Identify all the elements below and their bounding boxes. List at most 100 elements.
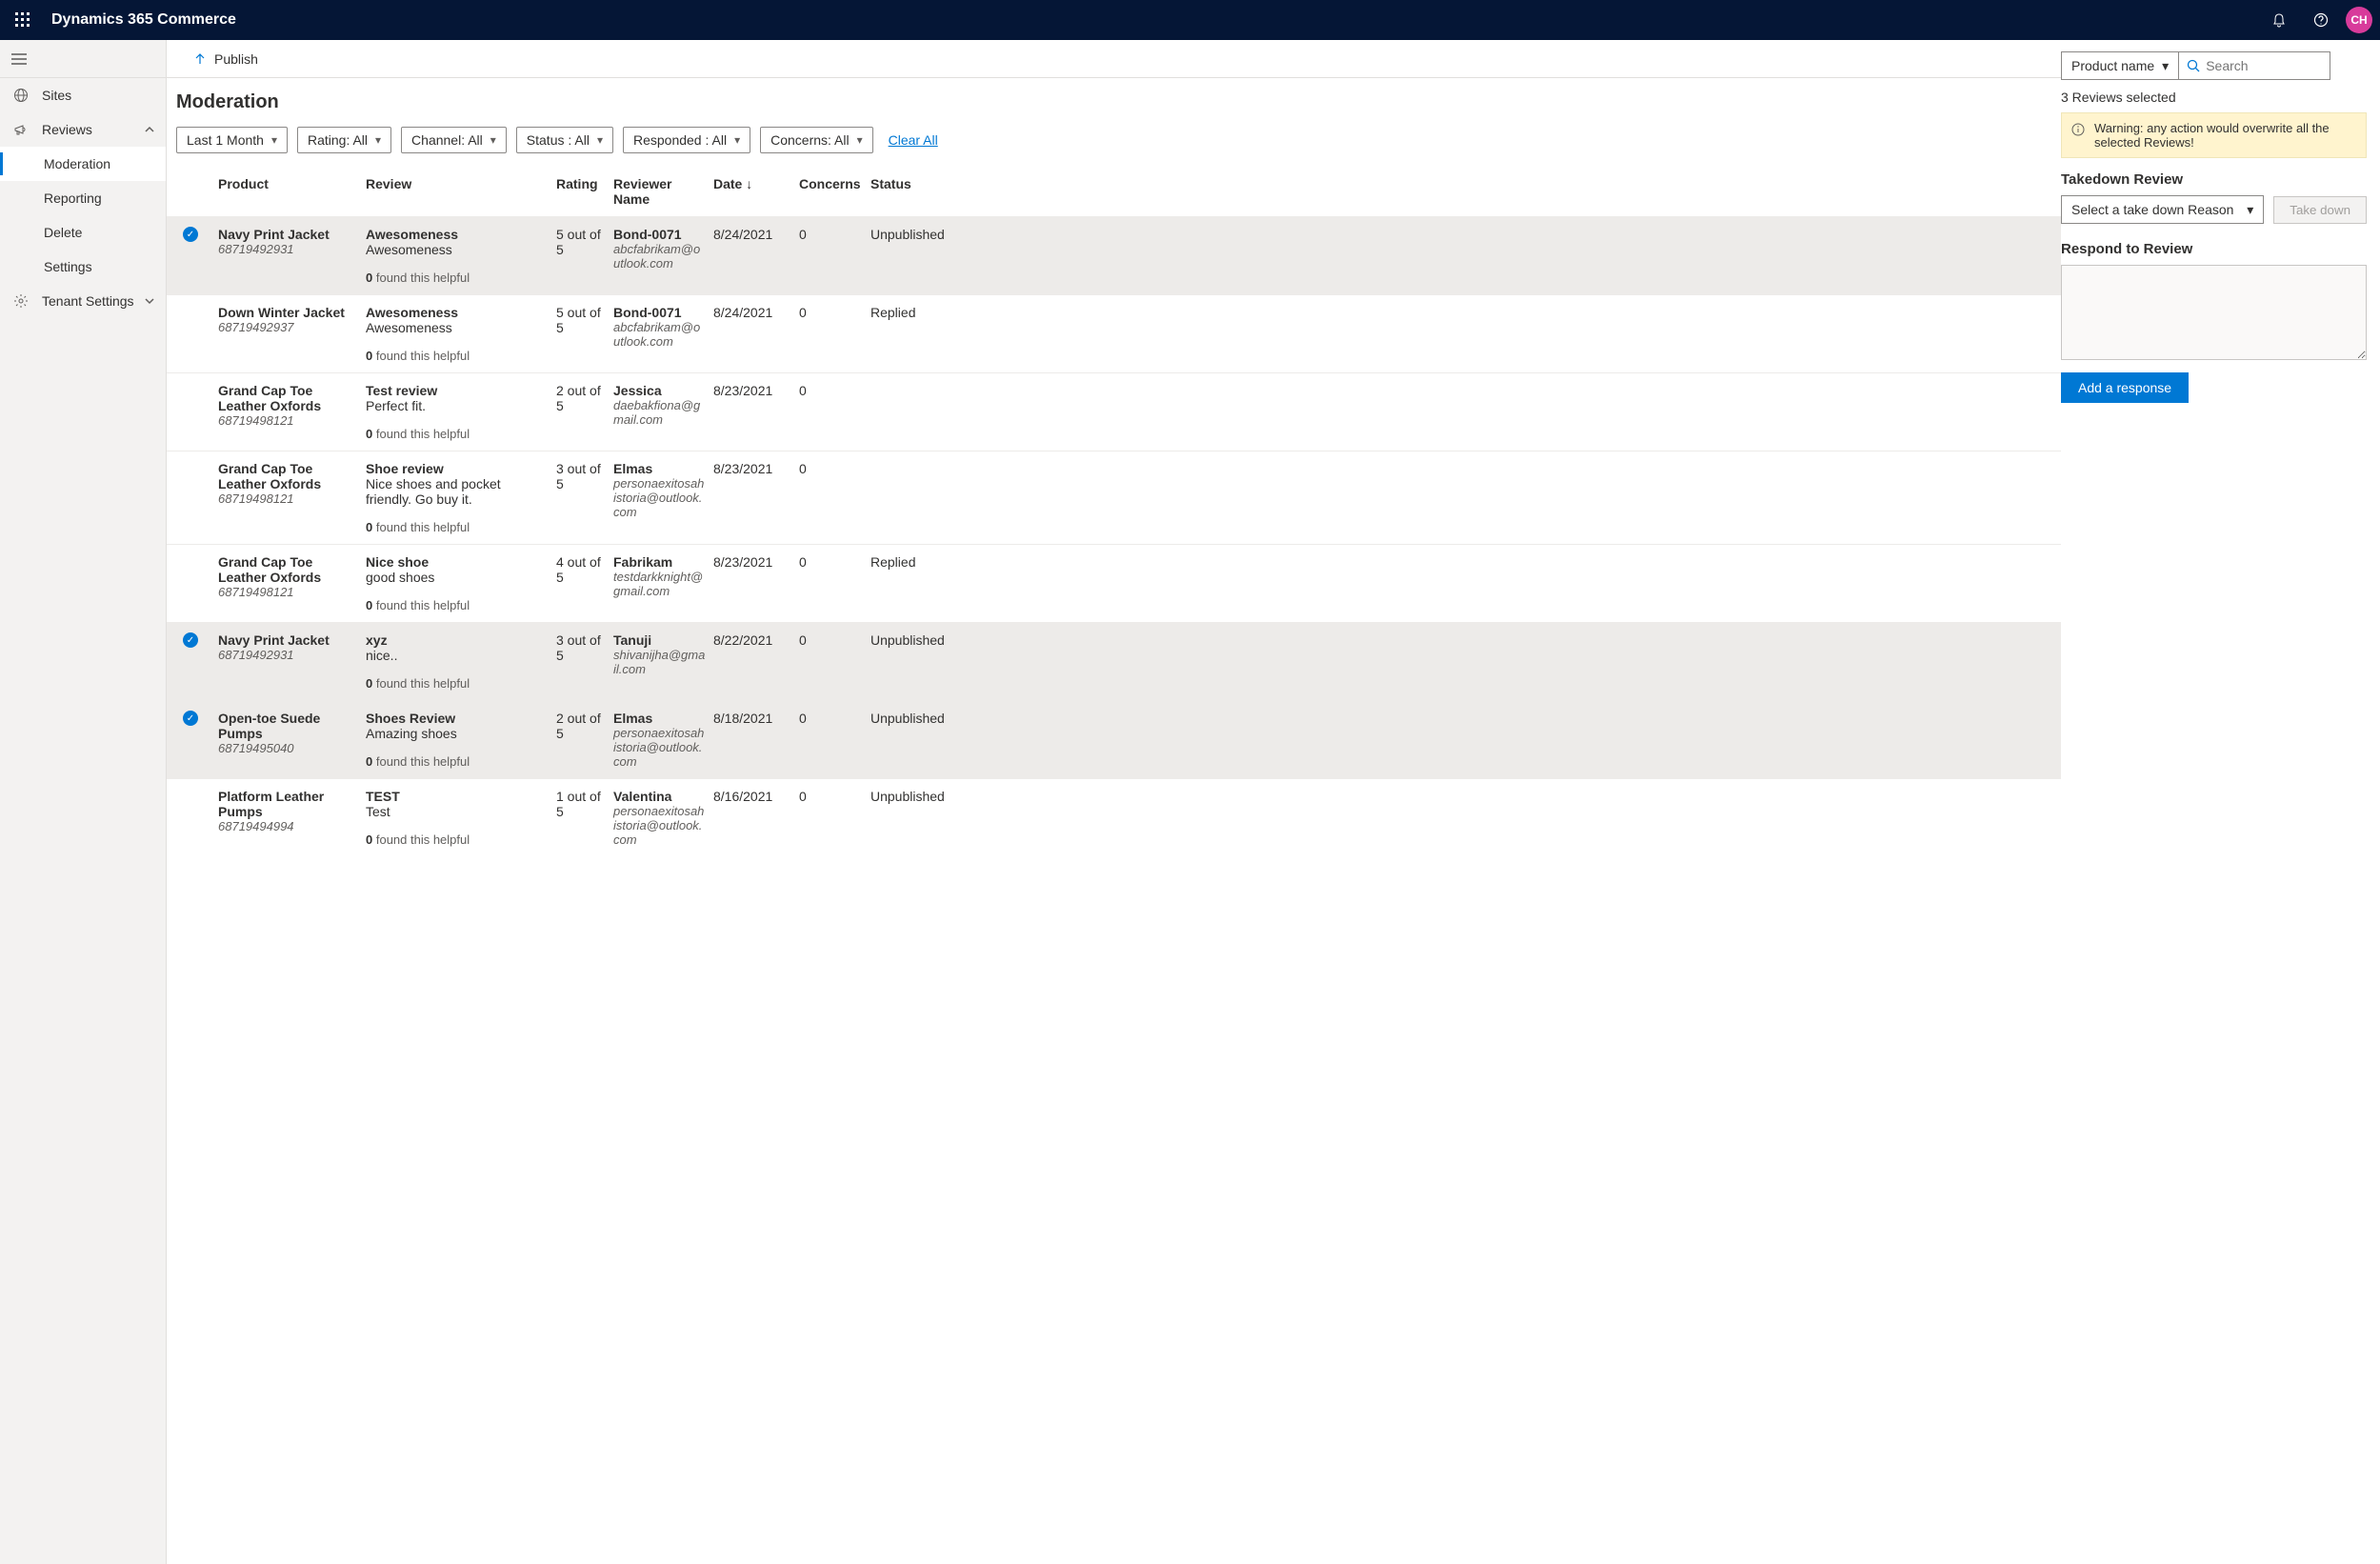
add-response-button[interactable]: Add a response	[2061, 372, 2189, 403]
sidebar-label: Tenant Settings	[42, 293, 145, 309]
help-icon[interactable]	[2304, 3, 2338, 37]
concerns-cell: 0	[795, 789, 867, 804]
chevron-down-icon: ▾	[597, 133, 603, 147]
review-body: Awesomeness	[366, 242, 549, 257]
date-cell: 8/16/2021	[710, 789, 795, 804]
concerns-cell: 0	[795, 632, 867, 648]
takedown-button[interactable]: Take down	[2273, 196, 2367, 224]
review-title: Nice shoe	[366, 554, 549, 570]
status-cell: Unpublished	[867, 227, 933, 242]
check-icon[interactable]: ✓	[183, 227, 198, 242]
takedown-reason-select[interactable]: Select a take down Reason ▾	[2061, 195, 2264, 224]
info-icon	[2071, 123, 2085, 136]
status-cell: Replied	[867, 305, 933, 320]
review-body: Nice shoes and pocket friendly. Go buy i…	[366, 476, 549, 507]
sidebar-item-moderation[interactable]: Moderation	[0, 147, 166, 181]
review-body: good shoes	[366, 570, 549, 585]
rating-cell: 3 out of 5	[552, 461, 610, 491]
response-textarea[interactable]	[2061, 265, 2367, 360]
helpful-count: 0 found this helpful	[366, 676, 549, 691]
concerns-cell: 0	[795, 554, 867, 570]
sidebar-label: Moderation	[44, 156, 154, 171]
sidebar-item-delete[interactable]: Delete	[0, 215, 166, 250]
helpful-count: 0 found this helpful	[366, 520, 549, 534]
product-name-select[interactable]: Product name ▾	[2061, 51, 2178, 80]
concerns-cell: 0	[795, 227, 867, 242]
product-name: Grand Cap Toe Leather Oxfords	[218, 383, 358, 413]
search-box[interactable]	[2178, 51, 2330, 80]
concerns-cell: 0	[795, 461, 867, 476]
product-name: Platform Leather Pumps	[218, 789, 358, 819]
reviewer-email: daebakfiona@gmail.com	[613, 398, 706, 427]
date-cell: 8/23/2021	[710, 383, 795, 398]
reviewer-email: personaexitosahistoria@outlook.com	[613, 726, 706, 769]
filter-concerns[interactable]: Concerns: All▾	[760, 127, 873, 153]
helpful-count: 0 found this helpful	[366, 349, 549, 363]
table-row[interactable]: Platform Leather Pumps 68719494994 TEST …	[167, 778, 2061, 856]
product-name: Navy Print Jacket	[218, 632, 358, 648]
date-cell: 8/24/2021	[710, 227, 795, 242]
review-body: nice..	[366, 648, 549, 663]
sidebar-item-reviews[interactable]: Reviews	[0, 112, 166, 147]
table-row[interactable]: Grand Cap Toe Leather Oxfords 6871949812…	[167, 451, 2061, 544]
sidebar-label: Reviews	[42, 122, 145, 137]
rating-cell: 1 out of 5	[552, 789, 610, 819]
helpful-count: 0 found this helpful	[366, 427, 549, 441]
sidebar-label: Reporting	[44, 190, 154, 206]
clear-all-link[interactable]: Clear All	[889, 132, 938, 148]
col-concerns[interactable]: Concerns	[795, 172, 867, 211]
notifications-icon[interactable]	[2262, 3, 2296, 37]
rating-cell: 5 out of 5	[552, 305, 610, 335]
check-icon[interactable]: ✓	[183, 711, 198, 726]
rating-cell: 3 out of 5	[552, 632, 610, 663]
search-icon	[2187, 59, 2200, 72]
reviewer-name: Fabrikam	[613, 554, 706, 570]
table-row[interactable]: ✓ Navy Print Jacket 68719492931 xyz nice…	[167, 622, 2061, 700]
review-title: Awesomeness	[366, 227, 549, 242]
avatar[interactable]: CH	[2346, 7, 2372, 33]
filter-responded[interactable]: Responded : All▾	[623, 127, 750, 153]
table-row[interactable]: ✓ Open-toe Suede Pumps 68719495040 Shoes…	[167, 700, 2061, 778]
rating-cell: 2 out of 5	[552, 711, 610, 741]
col-rating[interactable]: Rating	[552, 172, 610, 211]
status-cell: Unpublished	[867, 711, 933, 726]
reviewer-name: Jessica	[613, 383, 706, 398]
search-input[interactable]	[2206, 58, 2322, 73]
col-review[interactable]: Review	[362, 172, 552, 211]
chevron-up-icon	[145, 125, 154, 134]
status-cell: Unpublished	[867, 789, 933, 804]
sidebar-item-reporting[interactable]: Reporting	[0, 181, 166, 215]
page-title: Moderation	[176, 91, 279, 113]
product-name: Grand Cap Toe Leather Oxfords	[218, 461, 358, 491]
rating-cell: 4 out of 5	[552, 554, 610, 585]
reviewer-name: Valentina	[613, 789, 706, 804]
sidebar-item-tenant-settings[interactable]: Tenant Settings	[0, 284, 166, 318]
table-row[interactable]: ✓ Navy Print Jacket 68719492931 Awesomen…	[167, 216, 2061, 294]
waffle-menu-icon[interactable]	[8, 5, 38, 35]
filter-status[interactable]: Status : All▾	[516, 127, 613, 153]
filter-rating[interactable]: Rating: All▾	[297, 127, 391, 153]
check-icon[interactable]: ✓	[183, 632, 198, 648]
filter-channel[interactable]: Channel: All▾	[401, 127, 507, 153]
helpful-count: 0 found this helpful	[366, 598, 549, 612]
table-row[interactable]: Grand Cap Toe Leather Oxfords 6871949812…	[167, 372, 2061, 451]
sidebar-item-sites[interactable]: Sites	[0, 78, 166, 112]
col-date[interactable]: Date ↓	[710, 172, 795, 211]
col-status[interactable]: Status	[867, 172, 933, 211]
product-name: Down Winter Jacket	[218, 305, 358, 320]
filter-date[interactable]: Last 1 Month▾	[176, 127, 288, 153]
reviewer-name: Bond-0071	[613, 305, 706, 320]
col-product[interactable]: Product	[214, 172, 362, 211]
sidebar-item-settings[interactable]: Settings	[0, 250, 166, 284]
hamburger-icon[interactable]	[11, 53, 27, 65]
reviewer-name: Bond-0071	[613, 227, 706, 242]
warning-banner: Warning: any action would overwrite all …	[2061, 112, 2367, 158]
table-row[interactable]: Down Winter Jacket 68719492937 Awesomene…	[167, 294, 2061, 372]
warning-text: Warning: any action would overwrite all …	[2094, 121, 2356, 150]
publish-label: Publish	[214, 51, 258, 67]
chevron-down-icon: ▾	[490, 133, 496, 147]
table-row[interactable]: Grand Cap Toe Leather Oxfords 6871949812…	[167, 544, 2061, 622]
review-body: Perfect fit.	[366, 398, 549, 413]
publish-button[interactable]: Publish	[193, 51, 258, 67]
col-reviewer[interactable]: Reviewer Name	[610, 172, 710, 211]
